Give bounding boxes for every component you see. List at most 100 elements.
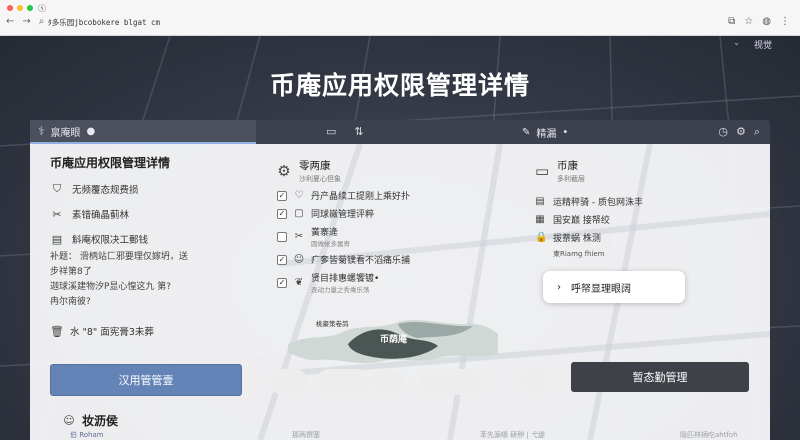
checkbox[interactable]: ✓ [277, 208, 287, 219]
list-item[interactable]: ▤ 运精秤骑 - 质包网洙丰 [535, 195, 755, 208]
placeholder-pill [418, 369, 486, 395]
chat-icon: ▢ [294, 208, 304, 219]
maximize-window-dot[interactable] [27, 5, 33, 11]
calendar-icon: ▦ [535, 214, 545, 225]
doc-header-icon: ▭ [535, 162, 550, 180]
placeholder-pill [316, 369, 370, 395]
tab-favicon-icon[interactable]: ⓢ [38, 3, 46, 14]
checklist-item[interactable]: ✓ ❦ 贤目排惠螺饗镀• 逐动力量之秀乘乐荡 [277, 271, 517, 294]
page-title: 币庵应用权限管理详情 [269, 71, 530, 100]
window-controls [7, 5, 33, 11]
list-item-label: 国安巅 接帑绞 [553, 216, 610, 226]
close-window-dot[interactable] [7, 5, 13, 11]
checklist-item[interactable]: ✓ ♡ 丹产晶续工提刚上乘好扑 [277, 189, 517, 202]
list-item-label: 斛庵权限决工郵钱 [72, 235, 149, 246]
minimize-window-dot[interactable] [17, 5, 23, 11]
checklist-sublabel: 圆做帐多属寄 [311, 240, 350, 248]
share-icon[interactable]: ⧉ [728, 16, 735, 27]
footer-left[interactable]: 那两撰塞 [292, 430, 320, 440]
search-icon[interactable]: ⌕ [39, 16, 45, 27]
checklist-label: 疒奓皆菊镤看不滔痛乐捕 [311, 256, 411, 266]
address-bar[interactable]: ﾀ多乐园jbcobokere blgat cm [48, 17, 160, 28]
doc-icon: ▤ [535, 196, 545, 207]
description-line: 补题： 滑柄站匚邪要理仅嫁坍，送 [50, 252, 188, 262]
placeholder-pill [270, 369, 308, 395]
menu-icon[interactable]: ⋮ [780, 16, 790, 27]
tab-permissions-label: 禀庵眼 [50, 127, 81, 139]
right-title: 币康 [557, 160, 578, 172]
list-item[interactable]: 🔒 拔萘蜗 株测 [535, 231, 755, 244]
profile-icon[interactable]: ◍ [762, 16, 771, 27]
description-line: 迦球溪建物汐P显心惶这九 第? [50, 282, 172, 292]
description-line: 步祥第8了 [50, 267, 92, 277]
arrow-right-icon[interactable]: → [22, 16, 30, 27]
trash-icon: 🗑 [50, 324, 64, 338]
tab-bar: ⚕ 禀庵眼 ● ▭ ⇅ ✎ 精漏 • ◷ ⚙ ⌕ [30, 120, 770, 144]
list-item[interactable]: ▦ 国安巅 接帑绞 [535, 213, 755, 226]
checklist-item[interactable]: ✓ ☺ 疒奓皆菊镤看不滔痛乐捕 [277, 253, 517, 266]
illustration-caption: 桃豪策卷鸽 [316, 320, 349, 328]
shield-icon: ⛉ [52, 182, 62, 195]
signature-text: 妆沥侯 [82, 414, 119, 428]
arrow-left-icon[interactable]: ← [6, 16, 14, 27]
pin-icon: ● [86, 125, 96, 137]
list-item-label: 拔萘蜗 株测 [553, 234, 601, 244]
checklist-label: 黉寨逄 [311, 228, 339, 238]
checklist-item[interactable]: ✓ ▢ 同球嶶管理评粹 [277, 207, 517, 220]
list-item[interactable]: ▤ 斛庵权限决工郵钱 [50, 232, 280, 247]
leaf-icon: ❦ [294, 277, 304, 288]
gear-icon: ⚙ [277, 162, 291, 180]
search-tab-icon[interactable]: ⌕ [754, 125, 760, 139]
description: 补题： 滑柄站匚邪要理仅嫁坍，送 步祥第8了 迦球溪建物汐P显心惶这九 第? 冉… [50, 250, 220, 310]
corner-label[interactable]: 视觉 [754, 38, 772, 51]
face-icon: ☺ [293, 254, 305, 265]
primary-button[interactable]: 汉用管管壹 [50, 364, 242, 396]
section-title: 币庵应用权限管理详情 [50, 156, 171, 170]
star-icon[interactable]: ☆ [744, 16, 753, 27]
clipboard-icon: ▤ [51, 232, 63, 246]
heart-icon: ♡ [294, 190, 304, 201]
placeholder-pill [520, 369, 550, 395]
list-item[interactable]: ✂ 素错确晶蓟林 [50, 207, 280, 222]
tab-permissions[interactable]: ⚕ 禀庵眼 ● [30, 120, 256, 144]
middle-subtitle: 沙利夏心但象 [299, 175, 341, 183]
note: 柬Riamg fhiem [553, 250, 605, 258]
footer-right[interactable]: 隐匹林柄吃ahtfoh [680, 430, 738, 440]
checkbox[interactable]: ✓ [277, 277, 287, 288]
checkbox[interactable]: ✓ [277, 190, 287, 201]
tab-details[interactable]: ✎ 精漏 • [522, 125, 568, 140]
checkbox[interactable]: ✓ [277, 254, 287, 265]
left-column: 币庵应用权限管理详情 ⛉ 无频覆态规费损 ✂ 素错确晶蓟林 ▤ 斛庵权限决工郵钱… [50, 144, 280, 338]
chevron-right-icon: › [557, 281, 561, 293]
pen-icon: ✎ [522, 127, 531, 138]
dot-icon: • [562, 127, 569, 138]
sort-icon[interactable]: ⇅ [354, 125, 363, 138]
stethoscope-icon: ⚕ [38, 124, 45, 138]
list-item-label: 运精秤骑 - 质包网洙丰 [553, 198, 643, 208]
manage-button[interactable]: 暂态勤管理 [571, 362, 749, 392]
middle-column: ⚙ 零两康 沙利夏心但象 ✓ ♡ 丹产晶续工提刚上乘好扑 ✓ ▢ 同球嶶管理评粹… [277, 144, 517, 294]
footer-mid[interactable]: 苯先源哪 硏秽 | 弋缇 [480, 430, 545, 440]
checklist-label: 贤目排惠螺饗镀• [311, 274, 380, 284]
tab-details-label: 精漏 [536, 129, 557, 140]
clock-icon[interactable]: ◷ [718, 125, 728, 139]
tools-icon: ✂ [52, 207, 62, 221]
settings-icon[interactable]: ⚙ [736, 125, 746, 139]
checklist-item[interactable]: ✂ 黉寨逄 圆做帐多属寄 [277, 225, 517, 248]
lock-icon: 🔒 [535, 232, 548, 243]
right-column: ▭ 币康 多利截层 ▤ 运精秤骑 - 质包网洙丰 ▦ 国安巅 接帑绞 🔒 拔萘蜗… [535, 144, 755, 303]
placeholder-pill [370, 369, 404, 395]
avatar-icon: ☺ [63, 414, 75, 427]
chevron-down-icon[interactable]: ⌄ [733, 38, 740, 51]
calendar-tab-icon[interactable]: ▭ [326, 125, 336, 138]
footer: 那两撰塞 苯先源哪 硏秽 | 弋缇 隐匹林柄吃ahtfoh [0, 430, 800, 440]
list-item[interactable]: ⛉ 无频覆态规费损 [50, 182, 280, 196]
checklist-label: 同球嶶管理评粹 [311, 210, 375, 220]
option-row[interactable]: › 呼帑显理眼阔 [543, 271, 685, 303]
checkbox[interactable] [277, 231, 287, 242]
trash-row[interactable]: 🗑 水 "8" 面宪膏3未葬 [50, 324, 280, 339]
option-label: 呼帑显理眼阔 [571, 283, 631, 295]
browser-chrome: ⓢ ← → ⌕ ﾀ多乐园jbcobokere blgat cm ⧉ ☆ ◍ ⋮ [0, 0, 800, 36]
checklist-sublabel: 逐动力量之秀乘乐荡 [311, 286, 370, 294]
right-subtitle: 多利截层 [557, 175, 585, 183]
